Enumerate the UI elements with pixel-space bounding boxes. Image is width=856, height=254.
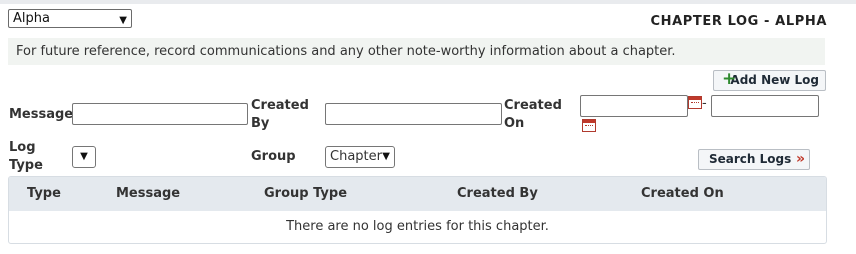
column-header-message[interactable]: Message — [116, 186, 180, 201]
double-chevron-right-icon: » — [795, 151, 805, 167]
calendar-icon[interactable] — [582, 119, 596, 132]
created-on-to-input[interactable] — [711, 95, 819, 117]
column-header-created-on[interactable]: Created On — [641, 186, 724, 201]
search-logs-label: Search Logs — [709, 152, 792, 166]
chapter-select[interactable]: Alpha ▼ — [8, 9, 132, 28]
created-on-label: Created On — [504, 98, 562, 131]
message-label: Message — [9, 107, 74, 122]
created-by-input[interactable] — [325, 103, 502, 125]
chapter-select-value: Alpha — [13, 11, 50, 26]
plus-icon: + — [722, 69, 737, 89]
calendar-icon[interactable] — [688, 96, 702, 109]
empty-message: There are no log entries for this chapte… — [286, 219, 549, 234]
column-header-type[interactable]: Type — [27, 186, 61, 201]
info-text: For future reference, record communicati… — [16, 44, 676, 59]
info-box: For future reference, record communicati… — [8, 38, 825, 65]
date-separator: - — [702, 96, 707, 111]
add-new-log-label: Add New Log — [730, 73, 819, 87]
group-select-value: Chapter — [330, 149, 382, 164]
message-input[interactable] — [72, 103, 248, 125]
page-title: CHAPTER LOG - ALPHA — [650, 14, 827, 29]
table-header: Type Message Group Type Created By Creat… — [9, 177, 826, 211]
top-bar — [0, 0, 856, 4]
chevron-down-icon: ▼ — [80, 151, 88, 162]
log-table: Type Message Group Type Created By Creat… — [8, 176, 827, 244]
chevron-down-icon: ▼ — [382, 151, 390, 162]
column-header-created-by[interactable]: Created By — [457, 186, 538, 201]
chevron-down-icon: ▼ — [119, 15, 127, 26]
group-label: Group — [251, 149, 296, 164]
created-by-label: Created By — [251, 98, 309, 131]
created-on-from-input[interactable] — [580, 95, 688, 117]
group-select[interactable]: Chapter ▼ — [325, 146, 395, 168]
add-new-log-button[interactable]: + Add New Log — [713, 70, 826, 91]
column-header-group-type[interactable]: Group Type — [264, 186, 347, 201]
log-type-label: Log Type — [9, 140, 43, 173]
search-logs-button[interactable]: Search Logs » — [698, 149, 810, 170]
log-type-select[interactable]: ▼ — [72, 146, 96, 168]
